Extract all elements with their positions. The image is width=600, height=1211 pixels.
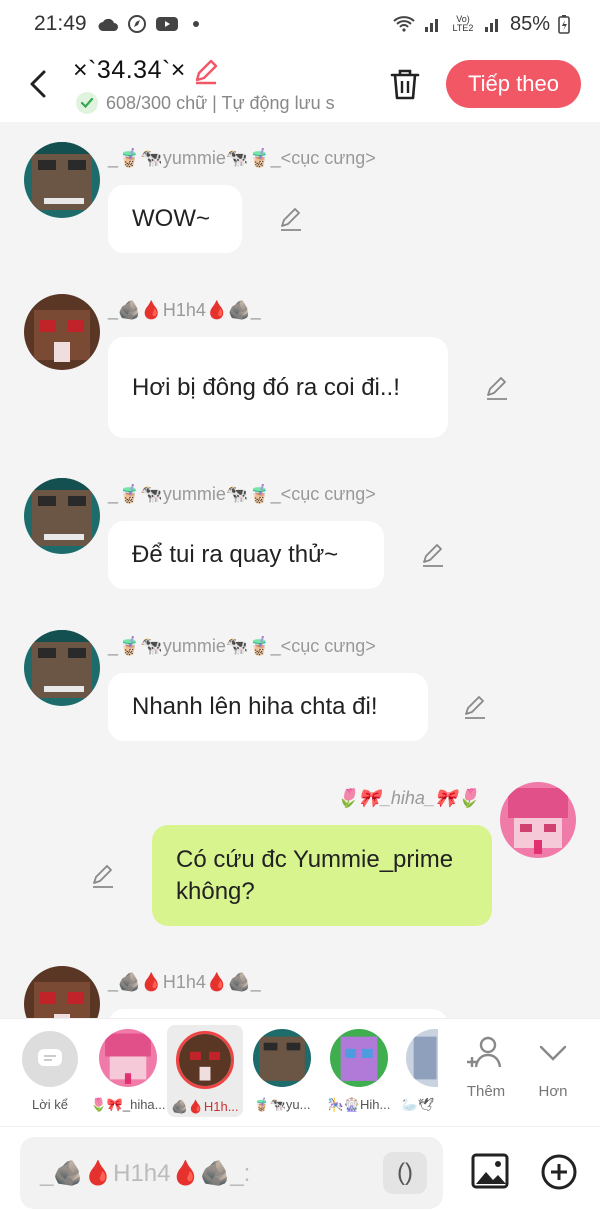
character-h1h4[interactable]: 🪨🩸H1h...: [167, 1025, 243, 1117]
next-button[interactable]: Tiếp theo: [446, 60, 581, 108]
message-input-placeholder: _🪨🩸H1h4🩸🪨_:: [40, 1159, 251, 1187]
character-selector: Lời kể 🌷🎀_hiha... 🪨🩸H1h... 🧋🐄yu... 🎠🎡Hih…: [0, 1018, 600, 1126]
chat-area: _🧋🐄yummie🐄🧋_<cục cưng> WOW~ _🪨🩸H1h4🩸🪨_ H…: [0, 122, 600, 1018]
character-yummie[interactable]: 🧋🐄yu...: [244, 1029, 320, 1113]
composer: _🪨🩸H1h4🩸🪨_: (): [0, 1126, 600, 1211]
message-text: Hơi bị đông đó ra coi đi..!: [132, 373, 400, 401]
avatar-h1h4[interactable]: [24, 294, 100, 370]
story-title-text: ×`34.34`×: [73, 56, 186, 84]
image-button[interactable]: [470, 1151, 510, 1191]
character-label: 🎠🎡Hih...: [327, 1097, 391, 1112]
notification-dot-icon: [192, 21, 199, 27]
edit-message-icon[interactable]: [420, 542, 446, 568]
trash-icon: [390, 69, 420, 100]
check-icon: [76, 92, 98, 114]
plus-circle-icon: [541, 1154, 577, 1190]
network-label: Vo) LTE2: [452, 14, 474, 33]
chevron-left-icon: [30, 70, 46, 98]
suggest-button[interactable]: Lời kể: [12, 1029, 88, 1112]
status-time: 21:49: [34, 12, 87, 35]
message-bubble[interactable]: Có cứu đc Yummie_prime không?: [152, 825, 492, 926]
header: ×`34.34`× 608/300 chữ | Tự động lưu s Ti…: [0, 48, 600, 122]
character-label: 🦢🕊: [401, 1097, 435, 1112]
message-bubble[interactable]: [108, 1009, 448, 1018]
message-bubble[interactable]: WOW~: [108, 185, 242, 253]
edit-message-icon[interactable]: [278, 206, 304, 232]
character-hiha[interactable]: 🌷🎀_hiha...: [90, 1029, 166, 1113]
avatar: [406, 1029, 438, 1087]
character-swan[interactable]: 🦢🕊: [398, 1029, 438, 1113]
message-sender: 🌷🎀_hiha_🎀🌷: [336, 788, 480, 808]
avatar-hiha[interactable]: [500, 782, 576, 858]
save-status: 608/300 chữ | Tự động lưu s: [76, 92, 335, 114]
save-status-text: 608/300 chữ | Tự động lưu s: [106, 92, 335, 113]
edit-message-icon[interactable]: [462, 694, 488, 720]
add-character-button[interactable]: Thêm: [456, 1033, 516, 1100]
message-text: WOW~: [132, 205, 210, 232]
signal-icon: [424, 19, 438, 32]
delete-button[interactable]: [388, 66, 422, 102]
pencil-icon[interactable]: [192, 57, 220, 85]
add-button[interactable]: [540, 1153, 578, 1191]
avatar-yummie[interactable]: [24, 142, 100, 218]
chevron-down-icon: [539, 1045, 567, 1061]
message-text: Để tui ra quay thử~: [132, 541, 339, 568]
image-icon: [471, 1153, 509, 1189]
message-sender: _🪨🩸H1h4🩸🪨_: [108, 300, 261, 320]
message-bubble[interactable]: Nhanh lên hiha chta đi!: [108, 673, 428, 741]
character-label: 🧋🐄yu...: [253, 1097, 311, 1112]
message-sender: _🪨🩸H1h4🩸🪨_: [108, 972, 261, 992]
compass-icon: [127, 15, 146, 33]
battery-percent: 85%: [509, 12, 550, 35]
edit-message-icon[interactable]: [90, 863, 116, 889]
battery-charging-icon: [558, 15, 570, 34]
youtube-icon: [155, 17, 178, 31]
character-label: 🪨🩸H1h...: [171, 1099, 239, 1114]
parenthesis-button[interactable]: (): [383, 1152, 427, 1194]
add-character-label: Thêm: [466, 1083, 506, 1100]
message-text: Có cứu đc Yummie_prime không?: [176, 845, 454, 905]
suggest-label: Lời kể: [32, 1097, 68, 1112]
chat-bubble-icon: [22, 1031, 78, 1087]
avatar: [176, 1031, 234, 1089]
avatar-yummie[interactable]: [24, 478, 100, 554]
message-sender: _🧋🐄yummie🐄🧋_<cục cưng>: [108, 636, 376, 656]
avatar-h1h4[interactable]: [24, 966, 100, 1018]
message-sender: _🧋🐄yummie🐄🧋_<cục cưng>: [108, 484, 376, 504]
wifi-icon: [393, 16, 415, 32]
character-hiha-2[interactable]: 🎠🎡Hih...: [321, 1029, 397, 1113]
message-input[interactable]: _🪨🩸H1h4🩸🪨_: (): [20, 1137, 443, 1209]
avatar: [99, 1029, 157, 1087]
edit-message-icon[interactable]: [484, 375, 510, 401]
character-label: 🌷🎀_hiha...: [90, 1097, 166, 1112]
back-button[interactable]: [22, 64, 54, 104]
avatar: [330, 1029, 388, 1087]
message-bubble[interactable]: Hơi bị đông đó ra coi đi..!: [108, 337, 448, 438]
message-sender: _🧋🐄yummie🐄🧋_<cục cưng>: [108, 148, 376, 168]
more-label: Hơn: [538, 1083, 568, 1100]
avatar-yummie[interactable]: [24, 630, 100, 706]
message-text: Nhanh lên hiha chta đi!: [132, 693, 378, 720]
status-bar: 21:49 Vo) LTE2 85%: [0, 0, 600, 48]
more-button[interactable]: Hơn: [523, 1033, 583, 1100]
add-person-icon: [467, 1036, 502, 1068]
story-title[interactable]: ×`34.34`×: [73, 56, 220, 85]
message-bubble[interactable]: Để tui ra quay thử~: [108, 521, 384, 589]
avatar: [253, 1029, 311, 1087]
cloud-icon: [98, 18, 118, 31]
signal-icon-2: [484, 19, 498, 32]
